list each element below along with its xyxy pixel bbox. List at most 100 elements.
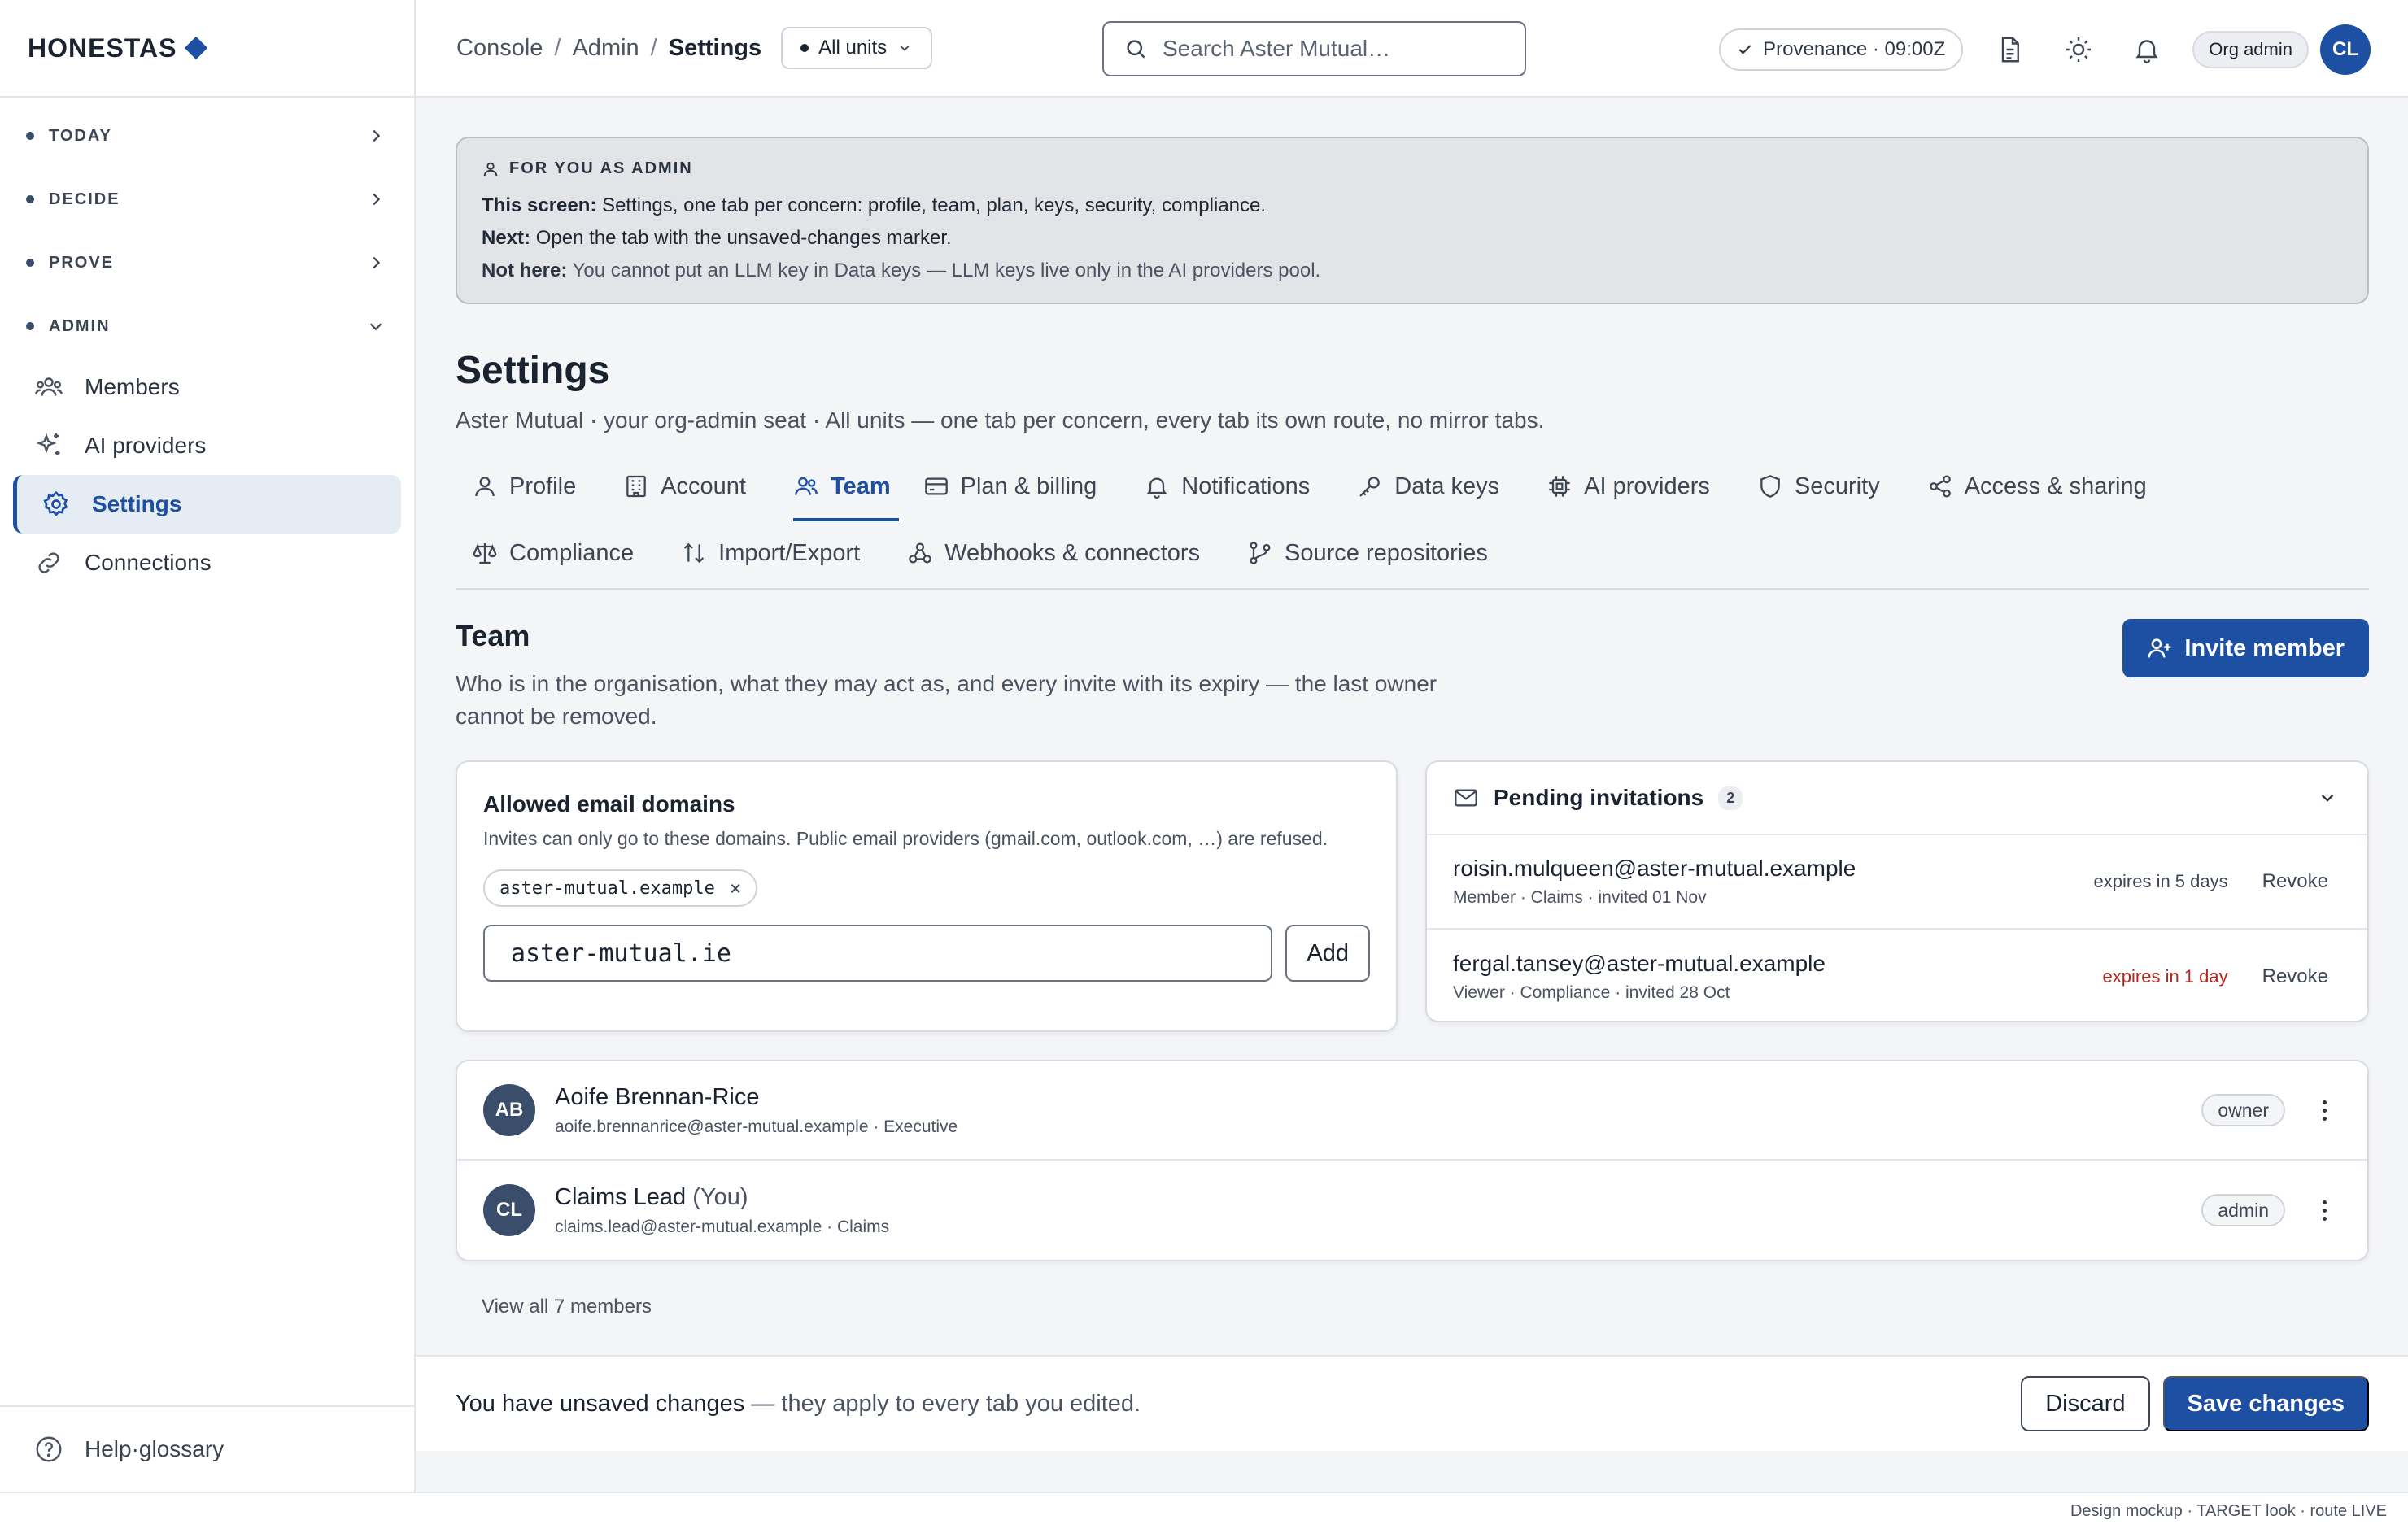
revoke-invite-button[interactable]: Revoke: [2262, 965, 2328, 988]
scale-icon: [473, 543, 497, 564]
bullet-icon: [800, 44, 809, 52]
nav-group-label: PROVE: [49, 253, 115, 272]
user-icon: [475, 477, 495, 497]
admin-guidance-heading: FOR YOU AS ADMIN: [482, 159, 2343, 178]
theme-toggle-button[interactable]: [2056, 27, 2101, 72]
domain-chip-label: aster-mutual.example: [499, 878, 715, 899]
sidebar-item-ai-providers[interactable]: AI providers: [13, 416, 401, 475]
sidebar-item-label: AI providers: [85, 433, 207, 458]
logo[interactable]: HONESTAS: [0, 0, 414, 98]
add-domain-button[interactable]: Add: [1285, 925, 1370, 982]
role-badge[interactable]: Org admin: [2192, 31, 2309, 68]
tab-label: Compliance: [509, 539, 635, 566]
tab-label: Plan & billing: [960, 473, 1097, 499]
tab-source-repositories[interactable]: Source repositories: [1247, 521, 1511, 588]
share-icon: [1929, 475, 1951, 498]
invite-member-button[interactable]: Invite member: [2122, 619, 2369, 677]
sidebar-item-members[interactable]: Members: [13, 358, 401, 416]
invitation-row: roisin.mulqueen@aster-mutual.example Mem…: [1427, 835, 2367, 930]
member-row[interactable]: CL Claims Lead (You) claims.lead@aster-m…: [457, 1161, 2367, 1260]
breadcrumb-settings: Settings: [668, 34, 762, 61]
tab-ai-providers[interactable]: AI providers: [1546, 455, 1733, 521]
member-meta: aoife.brennanrice@aster-mutual.example ·…: [555, 1117, 958, 1136]
allowed-domains-card: Allowed email domains Invites can only g…: [456, 760, 1398, 1032]
remove-domain-icon[interactable]: ×: [730, 877, 741, 900]
provenance-pill[interactable]: Provenance · 09:00Z: [1719, 28, 1964, 71]
tab-security[interactable]: Security: [1757, 455, 1903, 521]
tab-import-export[interactable]: Import/Export: [681, 521, 883, 588]
page-title: Settings: [456, 349, 610, 392]
avatar[interactable]: CL: [2320, 24, 2371, 75]
sidebar: HONESTAS TODAY DECIDE PROVE ADMIN Member…: [0, 0, 416, 1492]
member-role-badge: owner: [2201, 1094, 2285, 1126]
avatar: CL: [483, 1184, 535, 1236]
discard-button[interactable]: Discard: [2021, 1376, 2150, 1431]
help-glossary-link[interactable]: Help·glossary: [0, 1405, 414, 1492]
sparkle-icon: [36, 433, 60, 455]
branch-icon: [1250, 542, 1271, 564]
breadcrumb-admin[interactable]: Admin: [572, 35, 639, 62]
unsaved-changes-strong: You have unsaved changes: [456, 1390, 745, 1417]
link-icon: [38, 552, 59, 573]
chevron-down-icon: [900, 45, 910, 51]
gear-icon: [43, 490, 68, 516]
help-icon: [36, 1436, 62, 1462]
unit-select-value: All units: [818, 37, 888, 59]
bullet-icon: [26, 259, 34, 267]
note-text: You cannot put an LLM key in Data keys —…: [572, 259, 1321, 281]
tab-label: Webhooks & connectors: [944, 539, 1201, 566]
sidebar-item-connections[interactable]: Connections: [13, 534, 401, 592]
document-button[interactable]: [1987, 27, 2033, 72]
domain-input[interactable]: aster-mutual.ie: [483, 925, 1273, 982]
brand-diamond-icon: [185, 36, 208, 60]
nav-group-decide[interactable]: DECIDE: [0, 168, 414, 231]
unsaved-changes-rest: — they apply to every tab you edited.: [744, 1390, 1141, 1417]
tab-notifications[interactable]: Notifications: [1144, 455, 1333, 521]
sidebar-item-label: Connections: [85, 550, 212, 575]
brand-name: HONESTAS: [28, 33, 177, 63]
tab-label: Security: [1794, 473, 1880, 499]
nav-group-admin[interactable]: ADMIN: [0, 294, 414, 358]
member-more-menu-icon[interactable]: [2316, 1196, 2333, 1226]
bullet-icon: [26, 132, 34, 140]
chevron-right-icon: [373, 193, 381, 206]
member-row[interactable]: AB Aoife Brennan-Rice aoife.brennanrice@…: [457, 1061, 2367, 1161]
save-changes-button[interactable]: Save changes: [2162, 1376, 2369, 1431]
mail-icon: [1455, 789, 1477, 807]
bullet-icon: [26, 322, 34, 330]
members-list: AB Aoife Brennan-Rice aoife.brennanrice@…: [456, 1060, 2369, 1261]
chip-icon: [1549, 476, 1570, 497]
search-placeholder: Search Aster Mutual…: [1163, 36, 1391, 61]
tab-label: Source repositories: [1285, 539, 1488, 566]
member-more-menu-icon[interactable]: [2316, 1096, 2333, 1126]
chevron-right-icon: [373, 256, 381, 269]
notifications-button[interactable]: [2124, 27, 2170, 72]
tab-access-sharing[interactable]: Access & sharing: [1927, 455, 2170, 521]
nav-group-prove[interactable]: PROVE: [0, 231, 414, 294]
sidebar-item-settings[interactable]: Settings: [13, 475, 401, 534]
unit-select[interactable]: All units: [781, 27, 933, 69]
tab-label: Notifications: [1181, 473, 1311, 499]
nav-group-today[interactable]: TODAY: [0, 104, 414, 168]
note-label: Not here:: [482, 259, 568, 281]
view-all-members-link[interactable]: View all 7 members: [456, 1296, 2369, 1318]
main-content: FOR YOU AS ADMIN This screen: Settings, …: [456, 98, 2369, 1318]
tab-account[interactable]: Account: [623, 455, 769, 521]
tab-webhooks-connectors[interactable]: Webhooks & connectors: [907, 521, 1223, 588]
tab-plan-billing[interactable]: Plan & billing: [923, 455, 1120, 521]
search-input[interactable]: Search Aster Mutual…: [1102, 21, 1526, 76]
tab-profile[interactable]: Profile: [472, 455, 599, 521]
tab-compliance[interactable]: Compliance: [472, 521, 657, 588]
topbar-actions: Provenance · 09:00Z Org admin CL: [1719, 24, 2371, 75]
note-not-here: Not here: You cannot put an LLM key in D…: [482, 255, 2343, 287]
tab-label: Account: [661, 473, 746, 499]
member-role-badge: admin: [2201, 1194, 2285, 1226]
webhook-icon: [909, 542, 932, 564]
tab-team[interactable]: Team: [793, 455, 899, 521]
tab-data-keys[interactable]: Data keys: [1357, 455, 1522, 521]
card-subtitle: Invites can only go to these domains. Pu…: [483, 828, 1328, 849]
pending-invitations-header[interactable]: Pending invitations 2: [1427, 762, 2367, 835]
breadcrumb-console[interactable]: Console: [456, 35, 543, 62]
revoke-invite-button[interactable]: Revoke: [2262, 870, 2328, 893]
building-icon: [626, 475, 647, 498]
